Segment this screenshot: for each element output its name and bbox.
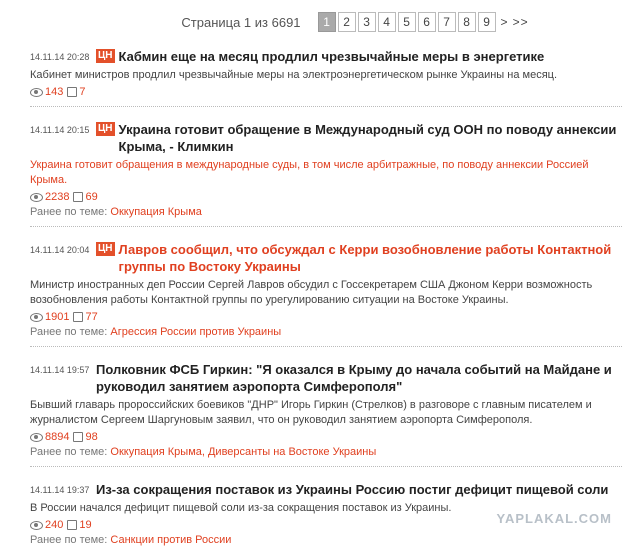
- theme-link[interactable]: Санкции против России: [110, 534, 231, 546]
- theme-link[interactable]: Оккупация Крыма, Диверсанты на Востоке У…: [110, 446, 376, 458]
- next-page-link[interactable]: >: [501, 15, 509, 29]
- news-list: 14.11.14 20:28 ЦН Кабмин еще на месяц пр…: [0, 44, 640, 554]
- news-item: 14.11.14 19:57 Полковник ФСБ Гиркин: "Я …: [30, 357, 622, 467]
- news-lead: Кабинет министров продлил чрезвычайные м…: [30, 69, 558, 81]
- news-stats: 2238 69: [30, 191, 622, 203]
- comment-icon: [67, 520, 78, 530]
- related-themes-prefix: Ранее по теме:: [30, 534, 111, 546]
- views-count: 240: [45, 519, 64, 531]
- news-time: 14.11.14 19:57: [30, 365, 90, 375]
- theme-link[interactable]: Агрессия России против Украины: [110, 326, 281, 338]
- news-item: 14.11.14 20:28 ЦН Кабмин еще на месяц пр…: [30, 44, 622, 107]
- related-themes: Ранее по теме: Оккупация Крыма: [30, 206, 622, 218]
- views-count: 2238: [45, 191, 70, 203]
- category-badge[interactable]: ЦН: [96, 242, 115, 256]
- page-link-8[interactable]: 8: [457, 12, 476, 32]
- news-title-link[interactable]: Полковник ФСБ Гиркин: "Я оказался в Крым…: [96, 361, 622, 395]
- eye-icon: [30, 87, 43, 97]
- views-count: 143: [45, 86, 64, 98]
- news-lead: Министр иностранных деп России Сергей Ла…: [30, 279, 593, 306]
- page-link-3[interactable]: 3: [357, 12, 376, 32]
- theme-link[interactable]: Оккупация Крыма: [110, 206, 201, 218]
- comment-icon: [67, 87, 78, 97]
- related-themes: Ранее по теме: Санкции против России: [30, 534, 622, 546]
- eye-icon: [30, 312, 43, 322]
- page-link-6[interactable]: 6: [417, 12, 436, 32]
- page-count-label: Страница 1 из 6691: [181, 14, 301, 30]
- page-link-7[interactable]: 7: [437, 12, 456, 32]
- news-item: 14.11.14 20:15 ЦН Украина готовит обраще…: [30, 117, 622, 227]
- news-title-link[interactable]: Кабмин еще на месяц продлил чрезвычайные…: [119, 48, 545, 65]
- comment-icon: [73, 312, 84, 322]
- comments-count-link[interactable]: 77: [85, 311, 97, 323]
- category-badge[interactable]: ЦН: [96, 122, 115, 136]
- pagination: Страница 1 из 6691 1 2 3 4 5 6 7 8 9 > >…: [0, 0, 640, 44]
- comments-count-link[interactable]: 69: [85, 191, 97, 203]
- news-stats: 8894 98: [30, 431, 622, 443]
- news-item: 14.11.14 20:04 ЦН Лавров сообщил, что об…: [30, 237, 622, 347]
- site-watermark: YAPLAKAL.COM: [496, 511, 612, 526]
- news-time: 14.11.14 20:15: [30, 125, 90, 135]
- related-themes-prefix: Ранее по теме:: [30, 206, 111, 218]
- views-count: 1901: [45, 311, 70, 323]
- comments-count-link[interactable]: 98: [85, 431, 97, 443]
- news-title-link[interactable]: Лавров сообщил, что обсуждал с Керри воз…: [119, 241, 622, 275]
- related-themes: Ранее по теме: Агрессия России против Ук…: [30, 326, 622, 338]
- eye-icon: [30, 432, 43, 442]
- news-time: 14.11.14 19:37: [30, 485, 90, 495]
- news-time: 14.11.14 20:28: [30, 52, 90, 62]
- page-link-5[interactable]: 5: [397, 12, 416, 32]
- news-stats: 143 7: [30, 86, 622, 98]
- news-lead: Бывший главарь пророссийских боевиков "Д…: [30, 399, 592, 426]
- comment-icon: [73, 192, 84, 202]
- page-link-9[interactable]: 9: [477, 12, 496, 32]
- page-link-4[interactable]: 4: [377, 12, 396, 32]
- related-themes: Ранее по теме: Оккупация Крыма, Диверсан…: [30, 446, 622, 458]
- news-stats: 1901 77: [30, 311, 622, 323]
- news-title-link[interactable]: Украина готовит обращение в Международны…: [119, 121, 622, 155]
- comments-count-link[interactable]: 7: [79, 86, 85, 98]
- category-badge[interactable]: ЦН: [96, 49, 115, 63]
- comment-icon: [73, 432, 84, 442]
- page-link-2[interactable]: 2: [337, 12, 356, 32]
- views-count: 8894: [45, 431, 70, 443]
- related-themes-prefix: Ранее по теме:: [30, 326, 111, 338]
- news-title-link[interactable]: Из-за сокращения поставок из Украины Рос…: [96, 481, 608, 498]
- comments-count-link[interactable]: 19: [79, 519, 91, 531]
- news-lead: Украина готовит обращения в международны…: [30, 159, 589, 186]
- page-link-1[interactable]: 1: [317, 12, 336, 32]
- news-time: 14.11.14 20:04: [30, 245, 90, 255]
- related-themes-prefix: Ранее по теме:: [30, 446, 111, 458]
- last-page-link[interactable]: >>: [513, 15, 529, 29]
- eye-icon: [30, 520, 43, 530]
- eye-icon: [30, 192, 43, 202]
